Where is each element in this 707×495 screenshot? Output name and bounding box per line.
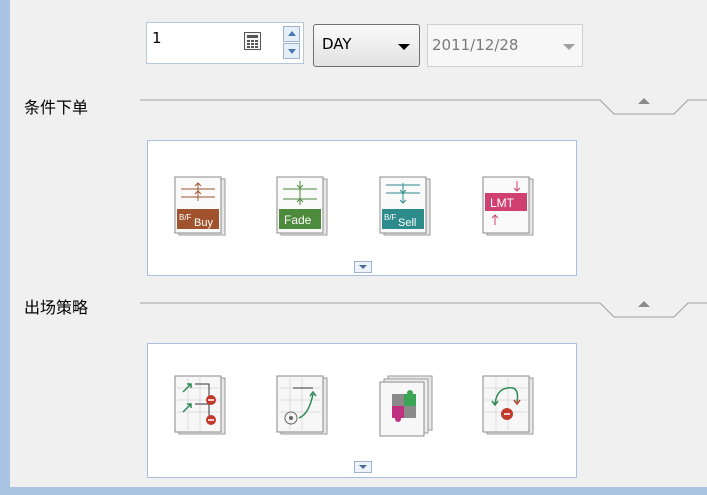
- svg-text:B/F: B/F: [179, 213, 192, 222]
- quantity-input[interactable]: 1: [146, 22, 304, 64]
- quantity-value: 1: [152, 29, 162, 47]
- collapse-exit-strategy-button[interactable]: [637, 299, 651, 309]
- svg-text:Sell: Sell: [398, 217, 416, 229]
- section-divider-conditional-order: [140, 99, 707, 115]
- period-value: DAY: [322, 35, 352, 53]
- stepper-up-button[interactable]: [283, 26, 300, 42]
- exit-target-icon[interactable]: [275, 374, 331, 438]
- svg-text:B/F: B/F: [384, 213, 397, 222]
- exit-multi-stop-icon[interactable]: [173, 374, 229, 438]
- date-value: 2011/12/28: [432, 36, 519, 54]
- window-frame-bottom: [0, 487, 707, 495]
- exit-puzzle-icon[interactable]: [378, 374, 434, 438]
- section-divider-exit-strategy: [140, 302, 707, 318]
- svg-text:Fade: Fade: [284, 213, 312, 227]
- date-select[interactable]: 2011/12/28: [427, 24, 583, 67]
- calculator-icon[interactable]: [244, 32, 261, 50]
- svg-text:LMT: LMT: [490, 196, 515, 210]
- conditional-order-toolbar: B/F Buy Fade B/F Sell LMT: [147, 140, 577, 276]
- expand-exit-strategy-button[interactable]: [354, 461, 372, 473]
- chevron-up-icon: [638, 98, 650, 104]
- svg-text:Buy: Buy: [194, 217, 213, 229]
- period-select[interactable]: DAY: [313, 24, 420, 67]
- quantity-stepper: [283, 26, 301, 60]
- collapse-conditional-order-button[interactable]: [637, 96, 651, 106]
- fade-icon[interactable]: Fade: [275, 175, 331, 239]
- exit-strategy-toolbar: [147, 343, 577, 478]
- window-frame-left: [0, 0, 10, 495]
- chevron-up-icon: [638, 301, 650, 307]
- expand-conditional-order-button[interactable]: [354, 261, 372, 273]
- exit-reverse-icon[interactable]: [481, 374, 537, 438]
- chevron-down-icon: [563, 44, 575, 50]
- stepper-down-button[interactable]: [283, 43, 300, 59]
- lmt-icon[interactable]: LMT: [481, 175, 537, 239]
- bf-buy-icon[interactable]: B/F Buy: [173, 175, 229, 239]
- chevron-down-icon: [398, 44, 410, 50]
- bf-sell-icon[interactable]: B/F Sell: [378, 175, 434, 239]
